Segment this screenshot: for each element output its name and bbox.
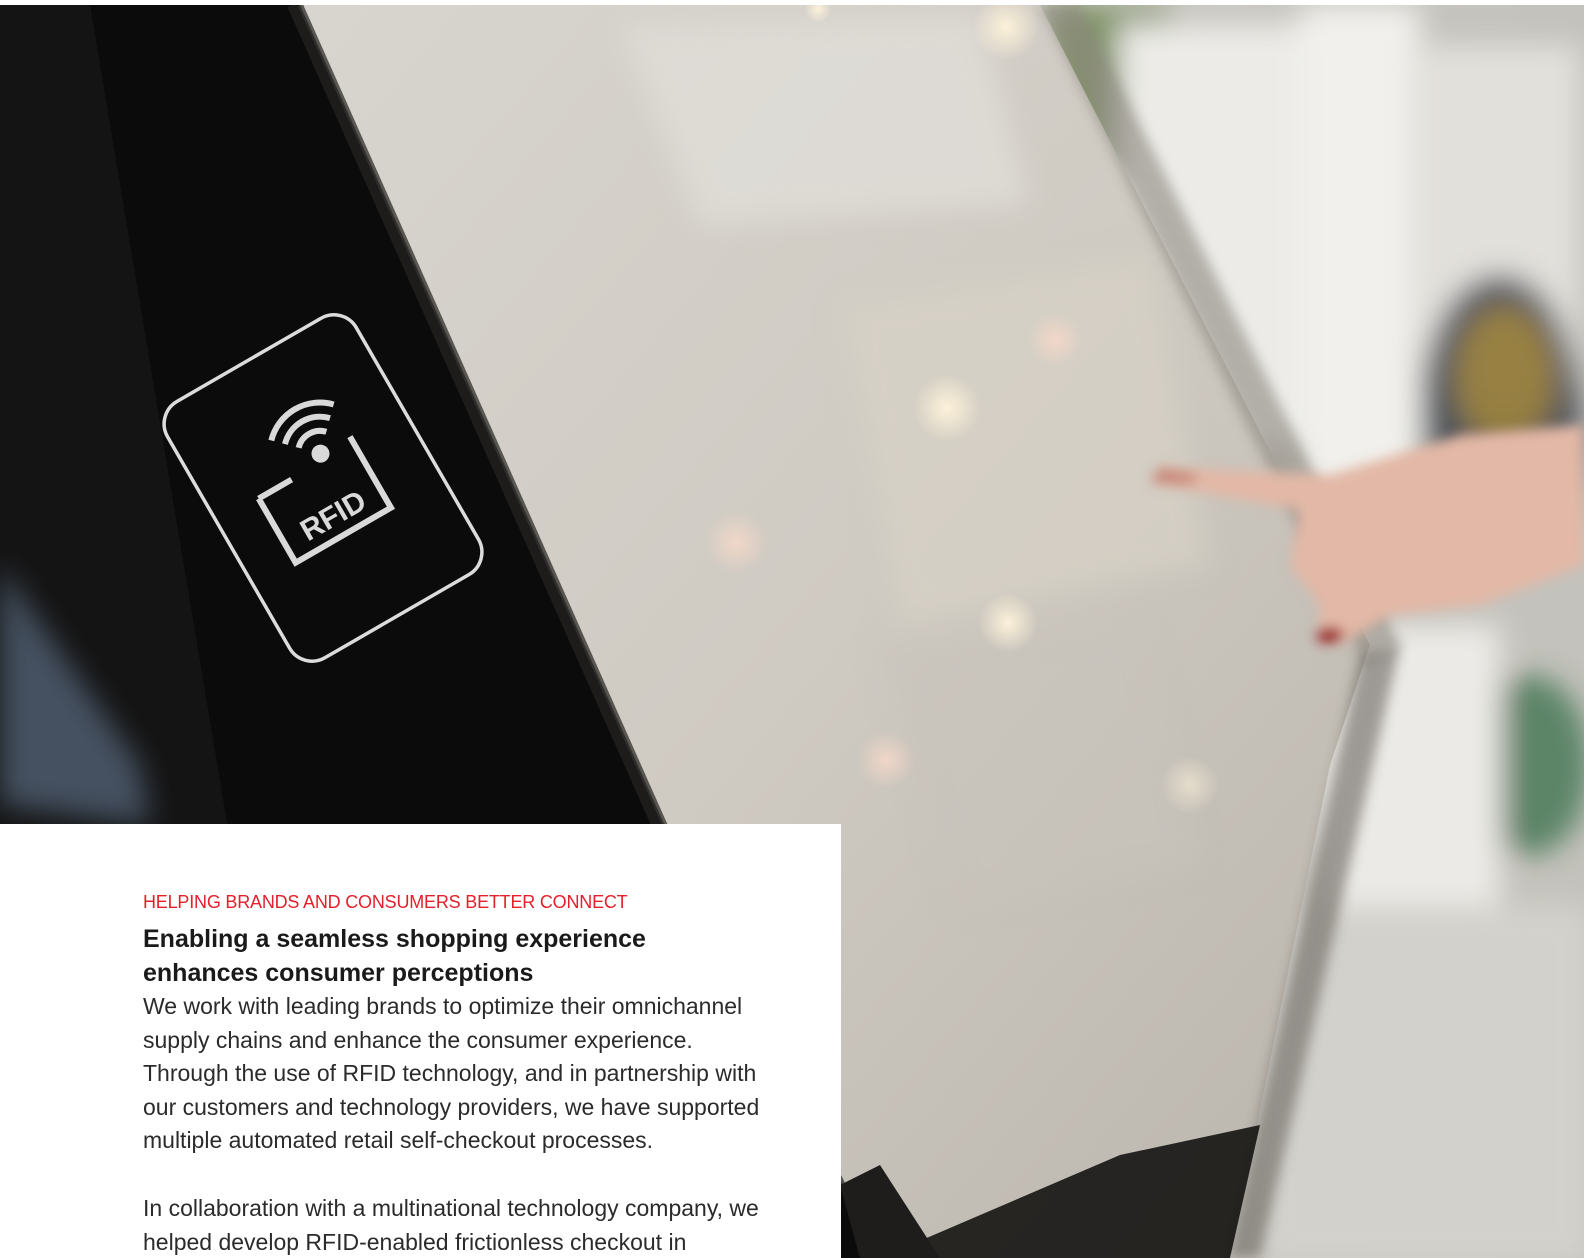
content-card: HELPING BRANDS AND CONSUMERS BETTER CONN…	[0, 824, 841, 1258]
section-heading: Enabling a seamless shopping experience …	[143, 925, 646, 987]
body-paragraph-1: We work with leading brands to optimize …	[143, 993, 760, 1154]
page: RFID HELPING BRANDS AND CONSUMERS BETTER…	[0, 0, 1584, 1258]
section-eyebrow: HELPING BRANDS AND CONSUMERS BETTER CONN…	[143, 892, 628, 912]
content-card-inner: HELPING BRANDS AND CONSUMERS BETTER CONN…	[143, 890, 783, 1258]
body-paragraph-2: In collaboration with a multinational te…	[143, 1194, 759, 1255]
